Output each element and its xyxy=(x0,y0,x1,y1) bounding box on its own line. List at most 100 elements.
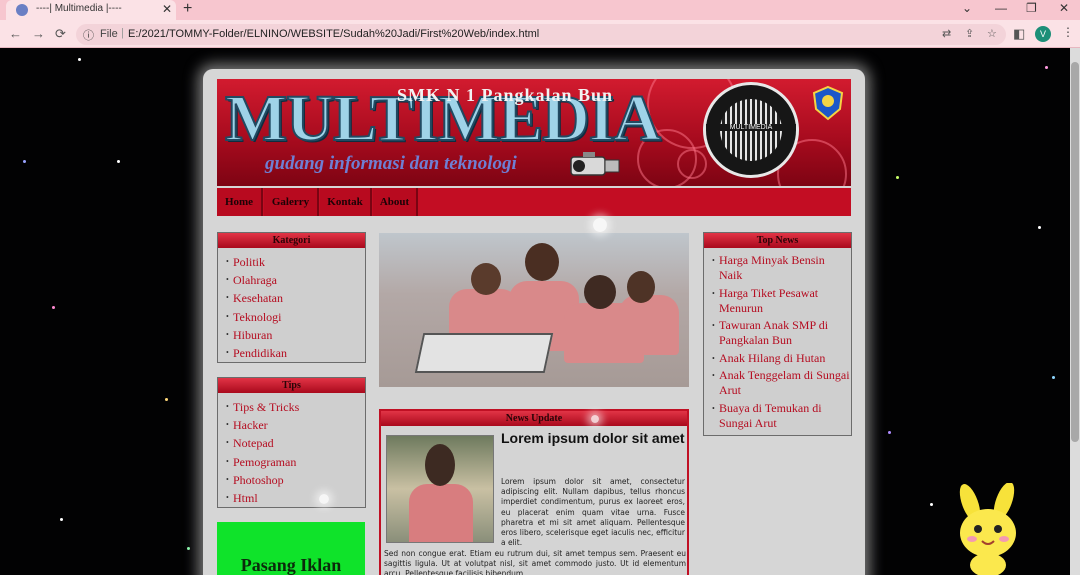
featured-photo xyxy=(379,233,689,387)
tips-item[interactable]: Tips & Tricks xyxy=(226,398,365,416)
kategori-item[interactable]: Hiburan xyxy=(226,326,365,344)
top-news-item[interactable]: Anak Hilang di Hutan xyxy=(712,351,851,366)
photo-figure xyxy=(471,263,501,295)
school-name: SMK N 1 Pangkalan Bun xyxy=(397,85,614,105)
share-icon[interactable]: ⇪ xyxy=(965,27,974,40)
tab-search-icon[interactable]: ⌄ xyxy=(962,1,972,15)
star-decoration xyxy=(930,503,933,506)
nav-gallery[interactable]: Galerry xyxy=(264,188,319,216)
kategori-item[interactable]: Pendidikan xyxy=(226,344,365,362)
tips-item[interactable]: Pemograman xyxy=(226,453,365,471)
scrollbar-thumb[interactable] xyxy=(1071,62,1079,442)
address-bar[interactable]: ⓘ File | E:/2021/TOMMY-Folder/ELNINO/WEB… xyxy=(76,24,1006,45)
news-photo xyxy=(386,435,494,543)
ad-text: Pasang Iklan xyxy=(240,555,342,575)
site-info-icon[interactable]: ⓘ xyxy=(83,27,94,43)
tips-box: Tips Tips & Tricks Hacker Notepad Pemogr… xyxy=(217,377,366,508)
reload-icon[interactable]: ⟳ xyxy=(55,26,66,42)
tips-list: Tips & Tricks Hacker Notepad Pemograman … xyxy=(218,393,365,507)
kategori-heading: Kategori xyxy=(218,233,365,248)
tab-title: ----| Multimedia |---- xyxy=(36,3,122,14)
maximize-icon[interactable]: ❐ xyxy=(1026,1,1037,15)
tab-strip: ----| Multimedia |---- ✕ + ⌄ — ❐ ✕ xyxy=(0,0,1080,20)
close-tab-icon[interactable]: ✕ xyxy=(162,2,172,16)
page-scrollbar[interactable] xyxy=(1070,48,1080,575)
top-news-item[interactable]: Tawuran Anak SMP di Pangkalan Bun xyxy=(712,318,851,348)
site-container: MULTIMEDIA SMK N 1 Pangkalan Bun gudang … xyxy=(203,69,865,575)
sparkle-decoration xyxy=(319,494,329,504)
bunny-mascot-icon xyxy=(959,483,1016,575)
top-news-item[interactable]: Harga Minyak Bensin Naik xyxy=(712,253,851,283)
star-decoration xyxy=(1052,376,1055,379)
star-decoration xyxy=(888,431,891,434)
bookmark-star-icon[interactable]: ☆ xyxy=(987,27,997,40)
toolbar: ← → ⟳ ⓘ File | E:/2021/TOMMY-Folder/ELNI… xyxy=(0,20,1080,48)
nav-home[interactable]: Home xyxy=(217,188,263,216)
kategori-item[interactable]: Teknologi xyxy=(226,308,365,326)
tips-item[interactable]: Notepad xyxy=(226,434,365,452)
minimize-icon[interactable]: — xyxy=(995,1,1007,15)
star-decoration xyxy=(1045,66,1048,69)
kategori-item[interactable]: Olahraga xyxy=(226,271,365,289)
nav-about[interactable]: About xyxy=(373,188,418,216)
photo-figure xyxy=(619,295,679,355)
photo-figure xyxy=(409,484,473,542)
star-decoration xyxy=(896,176,899,179)
photo-figure xyxy=(627,271,655,303)
kategori-list: Politik Olahraga Kesehatan Teknologi Hib… xyxy=(218,248,365,362)
video-camera-icon xyxy=(570,152,620,176)
tips-item[interactable]: Photoshop xyxy=(226,471,365,489)
top-news-heading: Top News xyxy=(704,233,851,248)
news-update-heading: News Update xyxy=(381,411,687,426)
close-window-icon[interactable]: ✕ xyxy=(1059,1,1069,15)
star-decoration xyxy=(117,160,120,163)
side-panel-icon[interactable]: ◧ xyxy=(1013,26,1025,42)
star-decoration xyxy=(165,398,168,401)
browser-menu-icon[interactable]: ⋮ xyxy=(1062,25,1074,39)
photo-figure xyxy=(425,444,455,486)
translate-icon[interactable]: ⇄ xyxy=(942,27,951,40)
news-body: Lorem ipsum dolor sit amet, consectetur … xyxy=(501,477,685,548)
forward-icon[interactable]: → xyxy=(32,26,45,41)
advertisement-banner[interactable]: Pasang Iklan xyxy=(217,522,365,575)
site-tagline: gudang informasi dan teknologi xyxy=(265,153,517,174)
school-badge-logo: MULTIMEDIA xyxy=(703,82,799,178)
star-decoration xyxy=(60,518,63,521)
page-favicon-icon xyxy=(16,4,28,16)
photo-figure xyxy=(584,275,616,309)
omnibox-separator: | xyxy=(121,27,124,39)
photo-figure xyxy=(525,243,559,281)
badge-text: MULTIMEDIA xyxy=(706,124,796,131)
news-update-box: News Update Lorem ipsum dolor sit amet L… xyxy=(379,409,689,575)
browser-tab[interactable]: ----| Multimedia |---- ✕ xyxy=(6,0,176,20)
news-headline[interactable]: Lorem ipsum dolor sit amet xyxy=(501,431,685,446)
url-text[interactable]: E:/2021/TOMMY-Folder/ELNINO/WEBSITE/Suda… xyxy=(128,28,539,40)
top-news-item[interactable]: Buaya di Temukan di Sungai Arut xyxy=(712,401,851,431)
banner-ring-decoration xyxy=(677,149,707,179)
nav-kontak[interactable]: Kontak xyxy=(320,188,372,216)
tips-item[interactable]: Hacker xyxy=(226,416,365,434)
star-decoration xyxy=(187,547,190,550)
star-decoration xyxy=(52,306,55,309)
new-tab-icon[interactable]: + xyxy=(183,0,192,18)
top-news-item[interactable]: Harga Tiket Pesawat Menurun xyxy=(712,286,851,316)
star-decoration xyxy=(1038,226,1041,229)
tips-item[interactable]: Html xyxy=(226,489,365,507)
profile-avatar[interactable]: V xyxy=(1035,26,1051,42)
scheme-label: File xyxy=(100,28,118,40)
kategori-item[interactable]: Kesehatan xyxy=(226,289,365,307)
top-news-item[interactable]: Anak Tenggelam di Sungai Arut xyxy=(712,368,851,398)
star-decoration xyxy=(78,58,81,61)
tips-heading: Tips xyxy=(218,378,365,393)
site-header-banner: MULTIMEDIA SMK N 1 Pangkalan Bun gudang … xyxy=(217,79,851,186)
kategori-item[interactable]: Politik xyxy=(226,253,365,271)
star-decoration xyxy=(23,160,26,163)
main-nav: Home Galerry Kontak About xyxy=(217,188,851,216)
page-viewport: MULTIMEDIA SMK N 1 Pangkalan Bun gudang … xyxy=(0,48,1070,575)
sparkle-decoration xyxy=(591,415,599,423)
kategori-box: Kategori Politik Olahraga Kesehatan Tekn… xyxy=(217,232,366,363)
photo-laptop xyxy=(414,333,554,373)
sparkle-decoration xyxy=(593,218,607,232)
province-crest-icon xyxy=(812,85,844,121)
back-icon[interactable]: ← xyxy=(9,26,22,41)
